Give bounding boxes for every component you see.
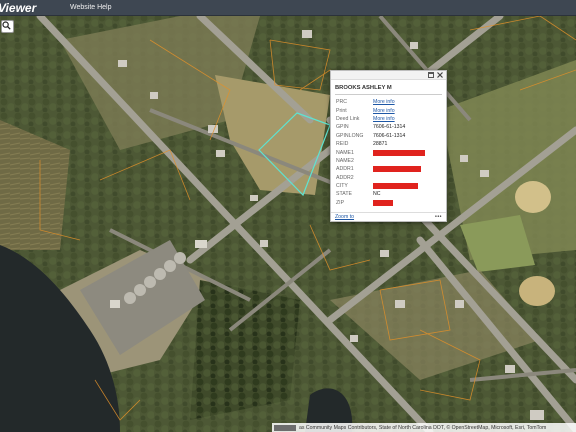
owner-name: BROOKS ASHLEY M xyxy=(335,85,392,91)
attribute-row: STATE NC xyxy=(331,190,446,198)
attribute-row: NAME1 xyxy=(331,148,446,156)
attribute-label: GPINLONG xyxy=(336,132,364,139)
map-attribution: as Community Maps Contributors, State of… xyxy=(272,423,576,432)
attribute-row: ADDR2 xyxy=(331,174,446,182)
esri-logo xyxy=(274,424,296,431)
more-actions-button[interactable]: ••• xyxy=(435,214,442,220)
attribute-label: ADDR2 xyxy=(336,174,354,181)
attribute-label: NAME2 xyxy=(336,157,354,164)
attribute-label: NAME1 xyxy=(336,149,354,156)
attribute-value: 7606-61-1314 xyxy=(373,124,406,131)
more-info-link[interactable]: More info xyxy=(373,99,395,105)
attribute-row: GPINLONG 7606-61-1314 xyxy=(331,132,446,140)
attribute-row: GPIN 7606-61-1314 xyxy=(331,123,446,131)
attribute-label: PRC xyxy=(336,99,347,106)
aerial-imagery xyxy=(0,16,576,432)
attribution-text: as Community Maps Contributors, State of… xyxy=(299,424,547,431)
close-icon[interactable] xyxy=(437,72,443,78)
attribute-label: CITY xyxy=(336,183,348,190)
divider xyxy=(335,94,442,95)
attribute-list: PRC More info Print More info Deed Link More … xyxy=(331,98,446,207)
attribute-label: Deed Link xyxy=(336,115,360,122)
attribute-row: Deed Link More info xyxy=(331,115,446,123)
attribute-value: 7606-61-1314 xyxy=(373,132,406,139)
more-info-link[interactable]: More info xyxy=(373,116,395,122)
app-title: Viewer xyxy=(0,0,37,15)
app-header: Viewer Website Help xyxy=(0,0,576,16)
attribute-label: GPIN xyxy=(336,124,349,131)
attribute-row: CITY xyxy=(331,182,446,190)
attribute-row: ADDR1 xyxy=(331,165,446,173)
redacted-value xyxy=(373,199,393,206)
search-icon xyxy=(2,21,11,30)
attribute-value: NC xyxy=(373,191,381,198)
attribute-label: STATE xyxy=(336,191,352,198)
attribute-row: PRC More info xyxy=(331,98,446,106)
popup-titlebar xyxy=(331,71,446,80)
attribute-row: ZIP xyxy=(331,199,446,207)
attribute-label: REID xyxy=(336,141,349,148)
redacted-value xyxy=(373,149,425,156)
redacted-value xyxy=(373,166,421,173)
attribute-label: ZIP xyxy=(336,199,345,206)
attribute-label: Print xyxy=(336,107,347,114)
redacted-value xyxy=(373,183,418,190)
parcel-popup: BROOKS ASHLEY M PRC More info Print More in… xyxy=(330,70,447,222)
popup-footer: Zoom to ••• xyxy=(331,212,446,221)
attribute-row: NAME2 xyxy=(331,157,446,165)
search-button[interactable] xyxy=(1,20,14,33)
zoom-to-link[interactable]: Zoom to xyxy=(335,214,354,220)
more-info-link[interactable]: More info xyxy=(373,108,395,114)
map-view[interactable] xyxy=(0,16,576,432)
attribute-label: ADDR1 xyxy=(336,166,354,173)
attribute-row: Print More info xyxy=(331,106,446,114)
attribute-row: REID 28871 xyxy=(331,140,446,148)
attribute-value: 28871 xyxy=(373,141,388,148)
maximize-icon[interactable] xyxy=(428,72,434,78)
website-help-link[interactable]: Website Help xyxy=(70,4,112,11)
